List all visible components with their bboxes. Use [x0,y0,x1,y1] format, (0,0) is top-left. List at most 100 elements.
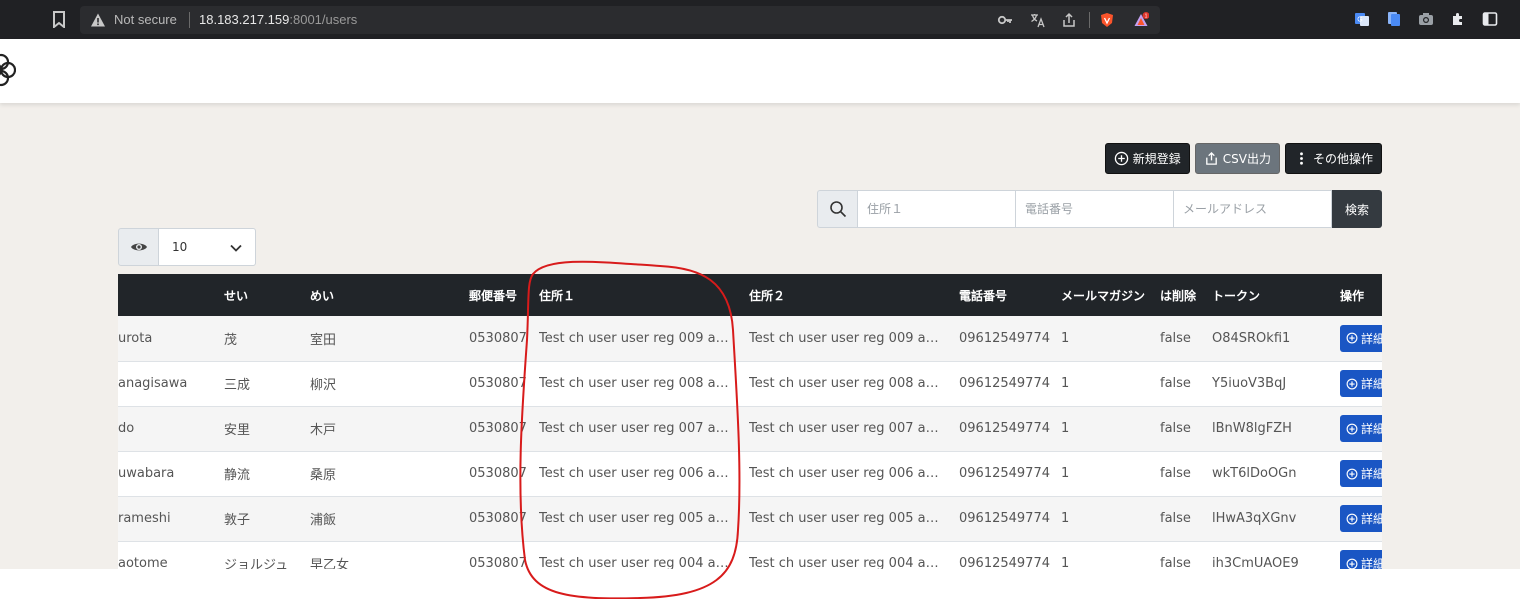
page-bottom [0,569,1520,599]
phone-cell: 09612549774 [959,421,1050,436]
mei-cell: 早乙女 [310,558,350,569]
name-cell: aotome [118,556,168,569]
address2-cell: Test ch user user reg 005 a… [749,511,939,526]
key-icon[interactable] [997,12,1013,28]
token-cell: lHwA3qXGnv [1212,511,1297,526]
address1-cell: Test ch user user reg 008 a… [539,376,729,391]
url-path: :8001/users [289,12,358,27]
postal-cell: 0530807 [469,330,527,346]
other-actions-button[interactable]: その他操作 [1284,143,1382,174]
logo-icon[interactable] [0,53,16,87]
mailmag-cell: 1 [1061,511,1070,526]
token-cell: lBnW8lgFZH [1212,421,1292,436]
csv-export-label: CSV出力 [1222,152,1271,166]
address2-cell: Test ch user user reg 004 a… [749,556,939,569]
table-row: do 安里 木戸 0530807 Test ch user user reg 007 a… [118,406,1382,451]
csv-export-button[interactable]: CSV出力 [1194,143,1280,174]
detail-button[interactable]: 詳細 [1340,460,1382,487]
postal-cell: 0530807 [469,556,527,569]
table-body: urota 茂 室田 0530807 Test ch user user reg 009… [118,316,1382,569]
header-col-phone: 電話番号 [959,288,1008,303]
warning-icon[interactable] [90,12,106,28]
bookmark-icon[interactable] [52,11,66,28]
address2-cell: Test ch user user reg 007 a… [749,421,939,436]
plus-circle-icon [1346,468,1358,479]
postal-cell: 0530807 [469,466,527,481]
search-icon [829,201,846,218]
header-col-name [118,274,224,316]
search-button[interactable]: 検索 [1332,190,1382,228]
detail-button[interactable]: 詳細 [1340,550,1382,569]
address1-cell: Test ch user user reg 004 a… [539,556,729,569]
token-cell: ih3CmUAOE9 [1212,556,1299,569]
search-bar: 検索 [817,190,1382,228]
google-translate-extension-icon[interactable]: G [1354,11,1370,27]
share-icon[interactable] [1061,12,1077,28]
email-search-input[interactable] [1174,190,1332,228]
mei-cell: 室田 [310,332,337,348]
users-table: せい めい 郵便番号 住所１ 住所２ 電話番号 メールマガジン は削除 トークン 操作 urota… [118,274,1382,569]
url-host: 18.183.217.159 [199,12,290,27]
detail-button[interactable]: 詳細 [1340,505,1382,532]
name-cell: uwabara [118,466,175,481]
table-header-row: せい めい 郵便番号 住所１ 住所２ 電話番号 メールマガジン は削除 トークン 操作 [118,274,1382,316]
mailmag-cell: 1 [1061,330,1070,346]
actions-cell: 詳細 [1340,406,1382,451]
brave-rewards-icon[interactable]: 1 [1133,12,1149,28]
address-bar[interactable]: Not secure 18.183.217.159:8001/users 1 [80,6,1160,34]
camera-extension-icon[interactable] [1418,11,1434,27]
plus-circle-icon [1346,558,1358,569]
table-row: rameshi 敦子 浦飯 0530807 Test ch user user reg … [118,496,1382,541]
docs-extension-icon[interactable] [1386,11,1402,27]
other-actions-label: その他操作 [1312,152,1373,166]
deleted-cell: false [1160,330,1191,346]
detail-button[interactable]: 詳細 [1340,415,1382,442]
header-col-postal: 郵便番号 [469,288,518,303]
detail-label: 詳細 [1361,467,1382,481]
phone-search-input[interactable] [1016,190,1174,228]
name-cell: rameshi [118,511,171,526]
table-row: urota 茂 室田 0530807 Test ch user user reg 009… [118,316,1382,361]
svg-text:1: 1 [1145,13,1148,19]
address1-search-input[interactable] [858,190,1016,228]
mei-cell: 浦飯 [310,513,337,528]
translate-icon[interactable] [1029,12,1045,28]
plus-circle-icon [1346,332,1358,344]
phone-cell: 09612549774 [959,556,1050,569]
detail-label: 詳細 [1361,557,1382,569]
table-row: uwabara 静流 桑原 0530807 Test ch user user reg … [118,451,1382,496]
mailmag-cell: 1 [1061,466,1070,481]
brave-shield-icon[interactable] [1099,12,1115,28]
per-page-select[interactable]: 10 [159,228,256,266]
deleted-cell: false [1160,556,1191,569]
header-col-actions: 操作 [1340,288,1365,303]
mailmag-cell: 1 [1061,421,1070,436]
new-register-button[interactable]: 新規登録 [1104,143,1190,174]
sei-cell: ジョルジュ [224,558,289,569]
header-col-address2: 住所２ [749,288,786,303]
detail-button[interactable]: 詳細 [1340,324,1382,352]
main-content: 新規登録 CSV出力 その他操作 検索 10 [0,103,1520,569]
sidebar-icon[interactable] [1482,11,1498,27]
detail-label: 詳細 [1361,377,1382,391]
chevron-down-icon [230,244,242,252]
address2-cell: Test ch user user reg 008 a… [749,376,939,391]
deleted-cell: false [1160,466,1191,481]
sei-cell: 三成 [224,378,251,393]
phone-cell: 09612549774 [959,466,1050,481]
svg-text:G: G [1357,17,1362,24]
token-cell: wkT6lDoOGn [1212,466,1297,481]
security-status: Not secure [114,12,177,27]
extensions-puzzle-icon[interactable] [1450,11,1466,27]
sei-cell: 茂 [224,332,238,348]
eye-icon [130,243,147,251]
postal-cell: 0530807 [469,511,527,526]
postal-cell: 0530807 [469,376,527,391]
phone-cell: 09612549774 [959,376,1050,391]
header-col-address1: 住所１ [539,288,576,303]
divider [189,12,190,28]
detail-button[interactable]: 詳細 [1340,370,1382,397]
plus-circle-icon [1346,378,1358,389]
url-text: 18.183.217.159:8001/users [199,12,357,27]
mailmag-cell: 1 [1061,376,1070,391]
